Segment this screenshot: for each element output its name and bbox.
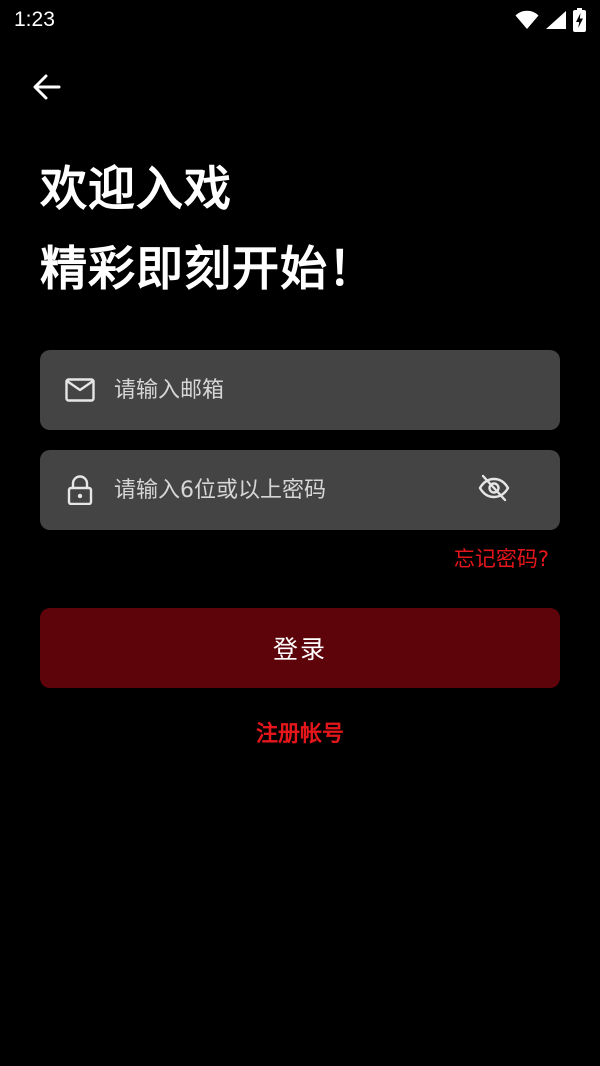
status-time: 1:23 bbox=[14, 8, 55, 31]
arrow-left-icon bbox=[33, 74, 61, 104]
status-icons bbox=[515, 8, 586, 36]
password-visibility-toggle[interactable] bbox=[472, 468, 516, 512]
mail-icon bbox=[60, 370, 100, 410]
wifi-icon bbox=[515, 10, 539, 34]
cellular-signal-icon bbox=[545, 10, 567, 34]
register-account-link[interactable]: 注册帐号 bbox=[0, 716, 600, 748]
headline-line-2: 精彩即刻开始！ bbox=[40, 242, 376, 297]
forgot-password-link[interactable]: 忘记密码? bbox=[454, 543, 549, 573]
login-screen: 1:23 欢迎入戏 精彩即刻开始！ 请输入邮箱 忘记密码? 登录 注册帐号 bbox=[0, 0, 600, 1066]
battery-charging-icon bbox=[573, 8, 586, 36]
login-button[interactable]: 登录 bbox=[40, 608, 560, 688]
email-input[interactable] bbox=[114, 350, 560, 430]
headline: 欢迎入戏 精彩即刻开始！ bbox=[40, 150, 376, 310]
password-input[interactable] bbox=[114, 450, 472, 530]
email-field[interactable] bbox=[40, 350, 560, 430]
status-bar: 1:23 bbox=[0, 0, 600, 40]
headline-line-1: 欢迎入戏 bbox=[40, 162, 232, 217]
password-field[interactable] bbox=[40, 450, 560, 530]
lock-icon bbox=[60, 470, 100, 510]
back-button[interactable] bbox=[26, 68, 68, 110]
eye-off-icon bbox=[478, 474, 510, 506]
